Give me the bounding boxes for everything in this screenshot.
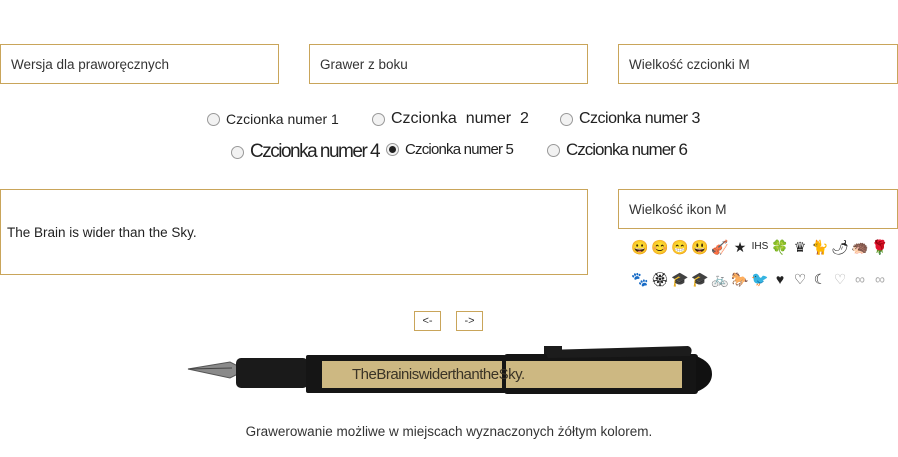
heart-outline-icon[interactable]: ♡ [790,270,810,288]
font-option-2[interactable]: Czcionka numer 2 [372,110,529,128]
font-option-3[interactable]: Czcionka numer 3 [560,110,700,128]
horse-icon[interactable]: 🐎 [730,270,750,288]
font-option-5[interactable]: Czcionka numer 5 [386,141,514,158]
moon-icon[interactable]: ☾ [810,270,830,288]
engrave-position-value: Grawer z boku [320,56,408,72]
heart-thin-icon[interactable]: ♡ [830,270,850,288]
heart-icon[interactable]: ♥ [770,270,790,288]
hedgehog-icon[interactable]: 🦔 [850,238,870,256]
engrave-position-select[interactable]: Grawer z boku [309,44,588,84]
grad-cap-icon[interactable]: 🎓 [670,270,690,288]
pen-nib [187,361,239,379]
font-option-4[interactable]: Czcionka numer 4 [231,141,381,163]
font-label-3: Czcionka numer 3 [579,110,700,127]
font-radio-2[interactable] [372,112,385,126]
font-option-1[interactable]: Czcionka numer 1 [207,111,339,127]
font-option-6[interactable]: Czcionka numer 6 [547,140,688,160]
engraving-text-value: The Brain is wider than the Sky. [7,224,197,240]
prev-label: <- [422,315,433,327]
hand-version-select[interactable]: Wersja dla praworęcznych [0,44,279,84]
clover-icon[interactable]: 🍀 [770,238,790,256]
hand-version-value: Wersja dla praworęcznych [11,56,170,72]
smiley-icon[interactable]: 😀 [630,238,650,256]
font-label-6: Czcionka numer 6 [566,140,688,159]
font-radio-6[interactable] [547,143,560,157]
prev-button[interactable]: <- [414,311,441,331]
bicycle-icon[interactable]: 🚲 [710,270,730,288]
rose-icon[interactable]: 🌹 [870,238,890,256]
grad-cap-2-icon[interactable]: 🎓 [690,270,710,288]
star-icon[interactable]: ★ [730,238,750,256]
font-label-4: Czcionka numer 4 [250,141,381,162]
cat-icon[interactable]: 🐈 [810,238,830,256]
smile-icon[interactable]: 😊 [650,238,670,256]
icon-picker: 😀 😊 😁 😃 🎻 ★ IHS 🍀 ♛ 🐈 🌶 🦔 🌹 🐾 🏵 🎓 🎓 🚲 🐎 … [630,238,892,288]
engraving-text-input[interactable]: The Brain is wider than the Sky. [0,189,588,275]
pepper-icon[interactable]: 🌶 [830,238,850,256]
grin-icon[interactable]: 😁 [670,238,690,256]
infinity-2-icon[interactable]: ∞ [870,270,890,288]
font-radio-4[interactable] [231,145,244,159]
pen-engraving-text: TheBrainiswiderthantheSky. [352,366,525,383]
engraving-caption: Grawerowanie możliwe w miejscach wyznacz… [245,424,653,439]
font-label-5: Czcionka numer 5 [405,141,514,158]
font-radio-5[interactable] [386,143,399,156]
icon-size-value: Wielkość ikon M [629,201,727,217]
font-label-2: Czcionka numer 2 [391,110,529,127]
next-label: -> [464,315,475,327]
happy-face-icon[interactable]: 😃 [690,238,710,256]
violin-icon[interactable]: 🎻 [710,238,730,256]
font-radio-3[interactable] [560,112,573,126]
font-radio-1[interactable] [207,112,220,126]
engraving-area-2 [506,361,682,388]
crown-icon[interactable]: ♛ [790,238,810,256]
font-size-select[interactable]: Wielkość czcionki M [618,44,898,84]
bird-icon[interactable]: 🐦 [750,270,770,288]
infinity-icon[interactable]: ∞ [850,270,870,288]
font-label-1: Czcionka numer 1 [226,111,339,127]
icon-size-select[interactable]: Wielkość ikon M [618,189,898,229]
next-button[interactable]: -> [456,311,483,331]
font-size-value: Wielkość czcionki M [629,56,750,72]
medal-icon[interactable]: 🏵 [650,270,670,288]
paw-icon[interactable]: 🐾 [630,270,650,288]
ihs-icon[interactable]: IHS [750,238,770,256]
